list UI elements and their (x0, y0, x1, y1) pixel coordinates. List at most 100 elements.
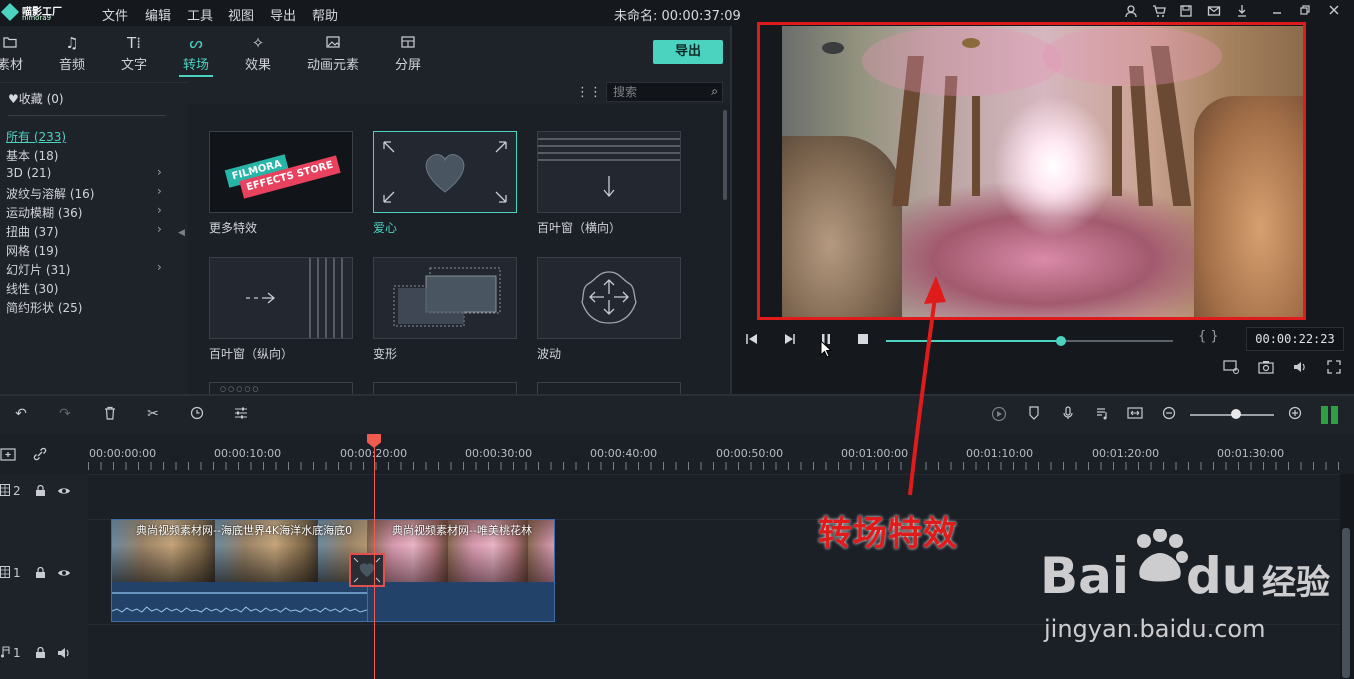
category-basic[interactable]: 基本 (18) (6, 147, 58, 164)
effect-thumb-partial[interactable]: ○○○○○ (209, 382, 353, 394)
cut-scissors-icon[interactable]: ✂ (144, 406, 162, 422)
fullscreen-icon[interactable] (1325, 360, 1343, 378)
transition-marker[interactable] (349, 553, 385, 587)
chevron-right-icon[interactable]: › (157, 165, 162, 179)
image-icon (302, 34, 364, 52)
chevron-right-icon[interactable]: › (157, 203, 162, 217)
category-linear[interactable]: 线性 (30) (6, 280, 58, 297)
category-distort[interactable]: 扭曲 (37) (6, 223, 58, 240)
effect-thumb-partial[interactable] (537, 382, 681, 394)
lock-icon[interactable] (35, 566, 46, 582)
marker-shield-icon[interactable] (1025, 406, 1043, 424)
menu-view[interactable]: 视图 (228, 5, 254, 24)
chevron-right-icon[interactable]: › (157, 222, 162, 236)
effect-label: 爱心 (373, 221, 398, 235)
tab-transitions[interactable]: ᔕ 转场 (166, 34, 226, 73)
category-3d[interactable]: 3D (21) (6, 166, 51, 180)
delete-icon[interactable] (101, 406, 119, 424)
effect-thumb-partial[interactable] (373, 382, 517, 394)
tab-effects[interactable]: ✧ 效果 (228, 34, 288, 73)
close-icon[interactable] (1325, 4, 1343, 22)
volume-icon[interactable] (1291, 360, 1309, 378)
logo-subtext: filmora9 (22, 14, 52, 22)
tab-text[interactable]: T⁞ 文字 (104, 34, 164, 73)
chevron-right-icon[interactable]: › (157, 184, 162, 198)
speaker-icon[interactable] (57, 647, 71, 662)
category-grid[interactable]: 网格 (19) (6, 242, 58, 259)
category-slideshow[interactable]: 幻灯片 (31) (6, 261, 70, 278)
prev-frame-icon[interactable] (744, 332, 760, 350)
effect-thumb-blinds-horizontal[interactable] (537, 131, 681, 213)
eye-icon[interactable] (57, 567, 71, 581)
tab-audio[interactable]: ♫ 音频 (42, 34, 102, 73)
progress-knob[interactable] (1056, 336, 1067, 346)
category-motion-blur[interactable]: 运动模糊 (36) (6, 204, 82, 221)
folder-icon (0, 34, 40, 52)
account-icon[interactable] (1122, 4, 1140, 22)
lock-icon[interactable] (35, 484, 46, 500)
audio-mixer-icon[interactable] (1093, 406, 1111, 424)
video-clip-underwater[interactable]: 典尚视频素材网--海底世界4K海洋水底海底0 (111, 519, 368, 622)
mark-in-out[interactable]: { } (1198, 329, 1219, 344)
menu-edit[interactable]: 编辑 (145, 5, 171, 24)
search-input[interactable] (613, 85, 703, 99)
ruler-tick-label: 00:01:20:00 (1092, 447, 1160, 460)
fit-timeline-icon[interactable] (1126, 406, 1144, 424)
export-button[interactable]: 导出 (653, 40, 723, 64)
stop-icon[interactable] (855, 332, 871, 350)
eye-icon[interactable] (57, 485, 71, 499)
cart-icon[interactable] (1150, 4, 1168, 22)
render-preview-icon[interactable] (1222, 360, 1240, 378)
menu-export[interactable]: 导出 (270, 5, 296, 24)
search-icon[interactable]: ⌕ (711, 84, 718, 99)
divider (8, 115, 166, 116)
collapse-panel-icon[interactable]: ◀ (178, 228, 185, 238)
chevron-right-icon[interactable]: › (157, 260, 162, 274)
playhead-line[interactable] (374, 446, 375, 679)
effect-thumb-more[interactable]: FILMORA EFFECTS STORE (209, 131, 353, 213)
effect-thumb-wave[interactable] (537, 257, 681, 339)
undo-icon[interactable]: ↶ (12, 406, 30, 422)
favorites-item[interactable]: ♥收藏 (0) (8, 90, 64, 107)
zoom-out-icon[interactable] (1160, 406, 1178, 424)
microphone-icon[interactable] (1059, 406, 1077, 424)
tab-elements[interactable]: 动画元素 (302, 34, 364, 73)
category-ripple-dissolve[interactable]: 波纹与溶解 (16) (6, 185, 94, 202)
text-icon: T⁞ (127, 34, 141, 52)
category-all[interactable]: 所有 (233) (6, 128, 66, 145)
menu-tools[interactable]: 工具 (187, 5, 213, 24)
speed-clock-icon[interactable] (188, 406, 206, 424)
effect-thumb-heart[interactable] (373, 131, 517, 213)
save-icon[interactable] (1177, 4, 1195, 22)
add-track-icon[interactable] (0, 446, 18, 466)
track-video-2[interactable] (88, 474, 1340, 519)
menu-help[interactable]: 帮助 (312, 5, 338, 24)
snapshot-camera-icon[interactable] (1257, 360, 1275, 378)
redo-icon[interactable]: ↷ (56, 406, 74, 422)
adjust-sliders-icon[interactable] (232, 406, 250, 424)
render-icon[interactable] (990, 406, 1008, 426)
effect-thumb-transform[interactable] (373, 257, 517, 339)
zoom-in-icon[interactable] (1286, 406, 1304, 424)
search-box[interactable]: ⌕ (606, 82, 723, 102)
download-icon[interactable] (1233, 4, 1251, 22)
minimize-icon[interactable] (1268, 4, 1286, 22)
menu-file[interactable]: 文件 (102, 5, 128, 24)
mail-icon[interactable] (1205, 4, 1223, 22)
play-icon[interactable] (781, 332, 797, 350)
tab-split-screen[interactable]: 分屏 (378, 34, 438, 73)
highlight-frame (757, 22, 1306, 320)
timeline-scrollbar-thumb[interactable] (1342, 528, 1350, 678)
video-clip-peach-blossom[interactable]: 典尚视频素材网--唯美桃花林 (367, 519, 555, 622)
effect-thumb-blinds-vertical[interactable] (209, 257, 353, 339)
music-note-icon: ♫ (65, 34, 79, 52)
annotation-arrow-icon (908, 276, 946, 496)
grid-scrollbar[interactable] (723, 110, 727, 200)
tab-label: 转场 (182, 58, 209, 73)
link-chain-icon[interactable] (32, 446, 48, 465)
tab-media[interactable]: 素材 (0, 34, 40, 73)
restore-icon[interactable] (1296, 4, 1314, 22)
category-simple-shapes[interactable]: 简约形状 (25) (6, 299, 82, 316)
lock-icon[interactable] (35, 646, 46, 662)
effect-label: 百叶窗（横向） (537, 221, 622, 235)
